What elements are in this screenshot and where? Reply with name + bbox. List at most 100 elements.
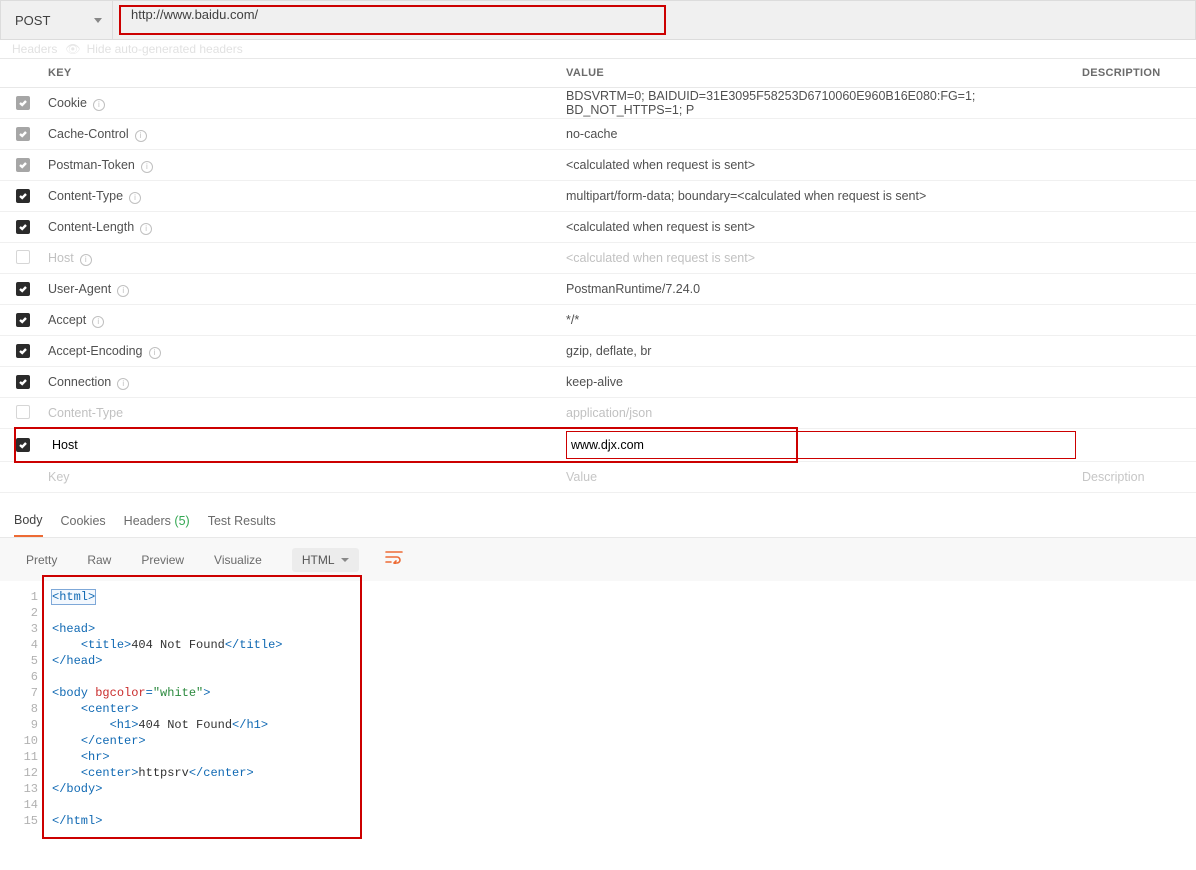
header-value[interactable]: PostmanRuntime/7.24.0 (562, 282, 1076, 296)
checkbox[interactable] (16, 344, 30, 358)
checkbox[interactable] (16, 250, 30, 264)
th-key: KEY (42, 67, 562, 79)
info-icon: i (117, 285, 129, 297)
code-line: 15</html> (20, 813, 1182, 829)
format-select[interactable]: HTML (292, 548, 359, 572)
header-key[interactable]: Accepti (42, 313, 562, 328)
header-row-editable (0, 429, 1196, 462)
code-line: 3<head> (20, 621, 1182, 637)
header-key[interactable]: Connectioni (42, 375, 562, 390)
response-body-code[interactable]: 1<html>23<head>4 <title>404 Not Found</t… (20, 585, 1182, 839)
checkbox[interactable] (16, 220, 30, 234)
header-value[interactable]: keep-alive (562, 375, 1076, 389)
code-line: 2 (20, 605, 1182, 621)
code-line: 13</body> (20, 781, 1182, 797)
checkbox[interactable] (16, 375, 30, 389)
headers-label: Headers (12, 42, 57, 56)
checkbox[interactable] (16, 127, 30, 141)
header-row: Postman-Tokeni<calculated when request i… (0, 150, 1196, 181)
code-line: 4 <title>404 Not Found</title> (20, 637, 1182, 653)
header-key[interactable]: Cache-Controli (42, 127, 562, 142)
th-desc: DESCRIPTION (1076, 67, 1196, 79)
header-value[interactable]: application/json (562, 406, 1076, 420)
checkbox[interactable] (16, 438, 30, 452)
header-row-placeholder[interactable]: Key Value Description (0, 462, 1196, 493)
header-key-input[interactable] (48, 431, 562, 459)
header-key[interactable]: Hosti (42, 251, 562, 266)
header-value[interactable]: */* (562, 313, 1076, 327)
headers-subheader: Headers 👁 Hide auto-generated headers (0, 40, 1196, 58)
headers-table-head: KEY VALUE DESCRIPTION (0, 58, 1196, 88)
http-method-label: POST (15, 13, 50, 28)
header-value-input[interactable] (566, 431, 1076, 459)
headers-table-body: CookieiBDSVRTM=0; BAIDUID=31E3095F58253D… (0, 88, 1196, 429)
header-value[interactable]: BDSVRTM=0; BAIDUID=31E3095F58253D6710060… (562, 89, 1076, 117)
header-value[interactable]: gzip, deflate, br (562, 344, 1076, 358)
checkbox[interactable] (16, 96, 30, 110)
header-row: CookieiBDSVRTM=0; BAIDUID=31E3095F58253D… (0, 88, 1196, 119)
checkbox[interactable] (16, 282, 30, 296)
header-row: Content-Lengthi<calculated when request … (0, 212, 1196, 243)
view-visualize[interactable]: Visualize (202, 547, 274, 573)
header-row: Content-Typeapplication/json (0, 398, 1196, 429)
code-line: 7<body bgcolor="white"> (20, 685, 1182, 701)
header-value[interactable]: <calculated when request is sent> (562, 220, 1076, 234)
header-row: Cache-Controlino-cache (0, 119, 1196, 150)
body-view-tabs: Pretty Raw Preview Visualize HTML (0, 538, 1196, 581)
checkbox[interactable] (16, 405, 30, 419)
tab-body[interactable]: Body (14, 513, 43, 537)
header-key[interactable]: Content-Type (42, 406, 562, 420)
info-icon: i (140, 223, 152, 235)
placeholder-desc: Description (1076, 470, 1196, 484)
header-row: Accept-Encodingigzip, deflate, br (0, 336, 1196, 367)
header-key[interactable]: Cookiei (42, 96, 562, 111)
tab-test-results[interactable]: Test Results (208, 514, 276, 536)
header-key[interactable]: Content-Typei (42, 189, 562, 204)
code-line: 8 <center> (20, 701, 1182, 717)
info-icon: i (149, 347, 161, 359)
header-key[interactable]: User-Agenti (42, 282, 562, 297)
header-key[interactable]: Content-Lengthi (42, 220, 562, 235)
view-preview[interactable]: Preview (129, 547, 196, 573)
code-line: 1<html> (20, 589, 1182, 605)
tab-cookies[interactable]: Cookies (61, 514, 106, 536)
info-icon: i (135, 130, 147, 142)
placeholder-key: Key (42, 470, 562, 484)
response-tabs: Body Cookies Headers (5) Test Results (0, 503, 1196, 537)
info-icon: i (129, 192, 141, 204)
view-raw[interactable]: Raw (75, 547, 123, 573)
view-pretty[interactable]: Pretty (14, 547, 69, 573)
checkbox[interactable] (16, 189, 30, 203)
request-url-input[interactable]: http://www.baidu.com/ (119, 5, 666, 35)
checkbox[interactable] (16, 313, 30, 327)
wrap-lines-icon[interactable] (377, 546, 411, 573)
header-value[interactable]: <calculated when request is sent> (562, 158, 1076, 172)
info-icon: i (141, 161, 153, 173)
header-row: Accepti*/* (0, 305, 1196, 336)
header-row: Hosti<calculated when request is sent> (0, 243, 1196, 274)
checkbox[interactable] (16, 158, 30, 172)
info-icon: i (80, 254, 92, 266)
chevron-down-icon (341, 558, 349, 562)
header-value[interactable]: no-cache (562, 127, 1076, 141)
hide-generated-link[interactable]: Hide auto-generated headers (87, 42, 243, 56)
tab-headers[interactable]: Headers (5) (124, 514, 190, 536)
code-line: 10 </center> (20, 733, 1182, 749)
info-icon: i (117, 378, 129, 390)
http-method-select[interactable]: POST (1, 0, 113, 40)
header-key[interactable]: Postman-Tokeni (42, 158, 562, 173)
code-line: 12 <center>httpsrv</center> (20, 765, 1182, 781)
header-value[interactable]: multipart/form-data; boundary=<calculate… (562, 189, 1076, 203)
th-value: VALUE (562, 67, 1076, 79)
header-value[interactable]: <calculated when request is sent> (562, 251, 1076, 265)
info-icon: i (93, 99, 105, 111)
code-line: 11 <hr> (20, 749, 1182, 765)
header-row: User-AgentiPostmanRuntime/7.24.0 (0, 274, 1196, 305)
chevron-down-icon (94, 18, 102, 23)
code-line: 5</head> (20, 653, 1182, 669)
header-key[interactable]: Accept-Encodingi (42, 344, 562, 359)
info-icon: i (92, 316, 104, 328)
eye-icon: 👁 (65, 42, 80, 56)
header-row: Content-Typeimultipart/form-data; bounda… (0, 181, 1196, 212)
format-label: HTML (302, 553, 335, 567)
